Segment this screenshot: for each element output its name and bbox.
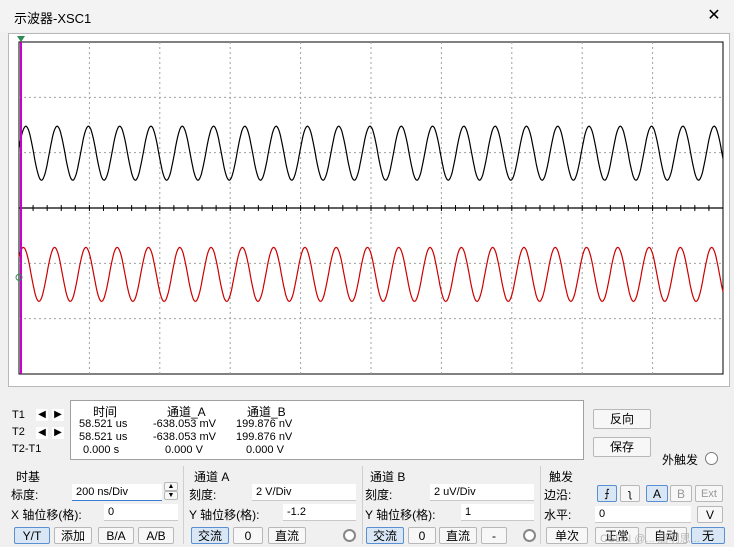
delta-channel-a: 0.000 V xyxy=(165,444,203,456)
channel-b-scale-field[interactable]: 2 uV/Div xyxy=(430,484,534,501)
timebase-xpos-field[interactable]: 0 xyxy=(104,504,178,521)
channel-b-dc-button[interactable]: 直流 xyxy=(439,527,477,544)
channel-a-scale-field[interactable]: 2 V/Div xyxy=(252,484,356,501)
mode-add-button[interactable]: 添加 xyxy=(54,527,92,544)
trigger-source-ext-button[interactable]: Ext xyxy=(695,485,723,502)
ext-trigger-label: 外触发 xyxy=(662,453,699,467)
trigger-level-unit[interactable]: V xyxy=(697,506,723,523)
trigger-source-a-button[interactable]: A xyxy=(646,485,668,502)
separator xyxy=(183,466,184,544)
trigger-normal-button[interactable]: 正常 xyxy=(595,527,639,544)
channel-b-scale-label: 刻度: xyxy=(365,488,393,502)
timebase-xpos-label: X 轴位移(格): xyxy=(11,508,82,522)
trigger-source-b-button[interactable]: B xyxy=(670,485,692,502)
t1-channel-b: 199.876 nV xyxy=(236,418,293,430)
mode-ab-button[interactable]: A/B xyxy=(138,527,174,544)
trigger-none-button[interactable]: 无 xyxy=(691,527,725,544)
trigger-auto-button[interactable]: 自动 xyxy=(645,527,687,544)
trigger-group-title: 触发 xyxy=(549,470,574,484)
trigger-single-button[interactable]: 单次 xyxy=(546,527,588,544)
oscilloscope-screen xyxy=(8,33,730,387)
scope-display xyxy=(15,36,724,375)
channel-a-ypos-label: Y 轴位移(格): xyxy=(189,508,260,522)
title-bar: 示波器-XSC1 ✕ xyxy=(0,0,734,32)
channel-b-ypos-label: Y 轴位移(格): xyxy=(365,508,436,522)
timebase-group-title: 时基 xyxy=(16,470,41,484)
falling-edge-icon[interactable]: ʅ xyxy=(620,485,640,502)
trigger-level-field[interactable]: 0 xyxy=(595,506,691,523)
rising-edge-icon[interactable]: ⨍ xyxy=(597,485,617,502)
t2-channel-a: -638.053 mV xyxy=(153,431,216,443)
save-button[interactable]: 保存 xyxy=(593,437,651,457)
ext-trigger-radio[interactable] xyxy=(705,452,718,465)
t1-label: T1 xyxy=(12,409,25,421)
channel-a-setting-icon[interactable] xyxy=(343,529,356,542)
timebase-scale-up-icon[interactable]: ▲ xyxy=(164,482,178,491)
channel-a-dc-button[interactable]: 直流 xyxy=(268,527,306,544)
separator xyxy=(540,466,541,544)
trigger-level-label: 水平: xyxy=(544,508,572,522)
t1-left-arrow-icon[interactable]: ◀ xyxy=(36,409,48,421)
t1-time: 58.521 us xyxy=(79,418,128,430)
cursor-marker-icon xyxy=(17,36,25,42)
channel-a-ac-button[interactable]: 交流 xyxy=(191,527,229,544)
channel-b-zero-button[interactable]: 0 xyxy=(408,527,436,544)
cursor-readout-table: 时间 通道_A 通道_B 58.521 us -638.053 mV 199.8… xyxy=(70,400,584,460)
channel-b-ac-button[interactable]: 交流 xyxy=(366,527,404,544)
close-icon[interactable]: ✕ xyxy=(700,4,728,28)
t1-channel-a: -638.053 mV xyxy=(153,418,216,430)
timebase-scale-down-icon[interactable]: ▼ xyxy=(164,491,178,500)
t2-t1-label: T2-T1 xyxy=(12,443,42,455)
channel-b-setting-icon[interactable] xyxy=(523,529,536,542)
reverse-button[interactable]: 反向 xyxy=(593,409,651,429)
t2-left-arrow-icon[interactable]: ◀ xyxy=(36,427,48,439)
window-title: 示波器-XSC1 xyxy=(14,11,92,26)
delta-time: 0.000 s xyxy=(83,444,120,456)
channel-a-zero-button[interactable]: 0 xyxy=(233,527,263,544)
t1-right-arrow-icon[interactable]: ▶ xyxy=(52,409,64,421)
timebase-scale-label: 标度: xyxy=(11,488,39,502)
channel-a-group-title: 通道 A xyxy=(194,470,230,484)
channel-a-scale-label: 刻度: xyxy=(189,488,217,502)
timebase-scale-field[interactable]: 200 ns/Div xyxy=(72,484,162,501)
delta-channel-b: 0.000 V xyxy=(246,444,284,456)
mode-yt-button[interactable]: Y/T xyxy=(14,527,50,544)
channel-b-ypos-field[interactable]: 1 xyxy=(461,504,534,521)
mode-ba-button[interactable]: B/A xyxy=(98,527,134,544)
separator xyxy=(362,466,363,544)
channel-a-ypos-field[interactable]: -1.2 xyxy=(283,504,356,521)
trigger-edge-label: 边沿: xyxy=(544,488,572,502)
channel-b-group-title: 通道 B xyxy=(370,470,406,484)
t2-time: 58.521 us xyxy=(79,431,128,443)
channel-b-minus-button[interactable]: - xyxy=(481,527,507,544)
t2-channel-b: 199.876 nV xyxy=(236,431,293,443)
t2-right-arrow-icon[interactable]: ▶ xyxy=(52,427,64,439)
t2-label: T2 xyxy=(12,426,25,438)
